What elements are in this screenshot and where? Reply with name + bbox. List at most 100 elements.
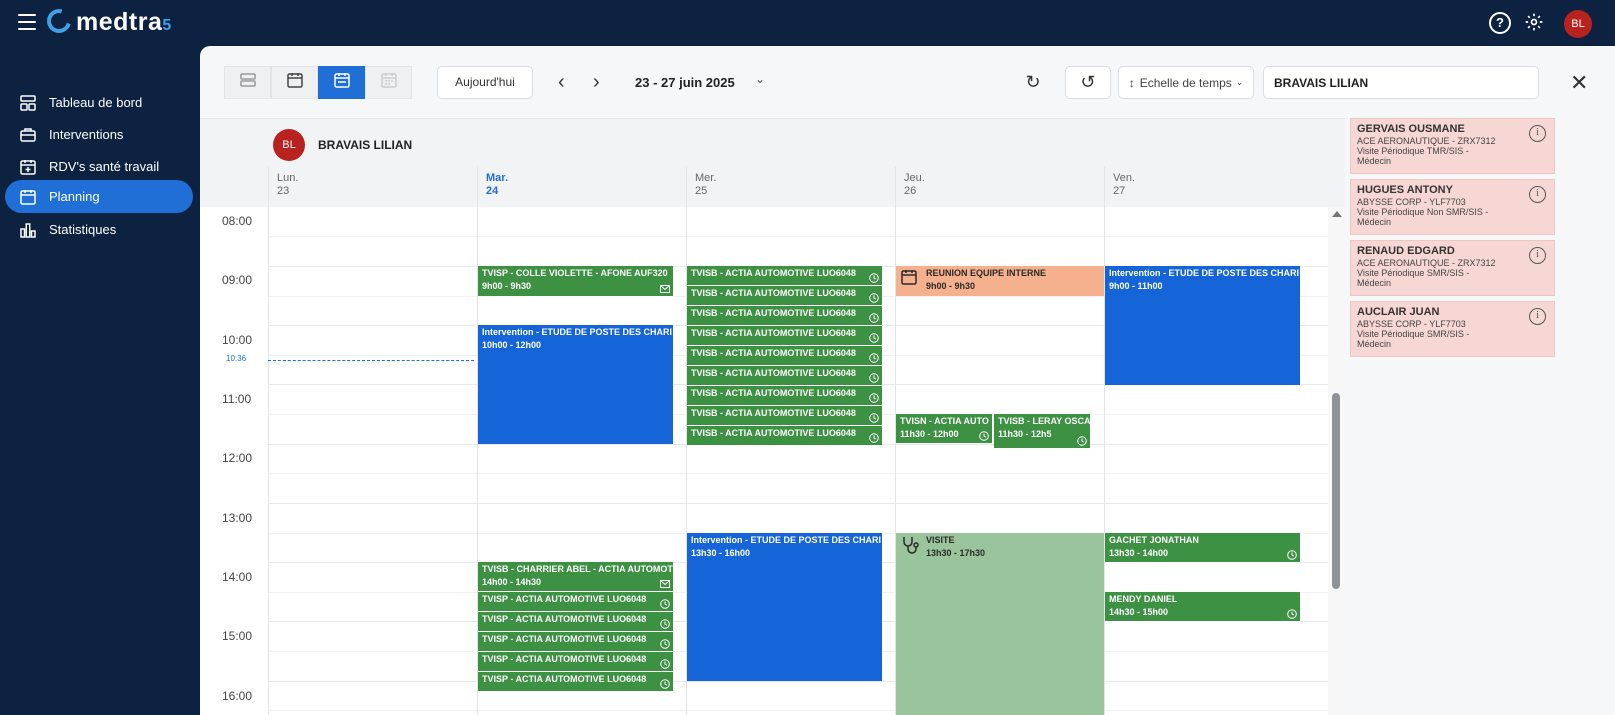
day-header-mon[interactable]: Lun. 23 (268, 167, 483, 207)
event-title: REUNION EQUIPE INTERNE (926, 268, 1047, 278)
view-month-button[interactable] (365, 66, 412, 99)
event-tvisp-actia[interactable]: TVISP - ACTIA AUTOMOTIVE LUO6048 (478, 592, 673, 612)
time-grid[interactable]: 08:00 09:00 10:00 11:00 12:00 13:00 14:0… (200, 207, 1328, 715)
search-input[interactable] (1263, 66, 1539, 99)
info-icon[interactable]: i (1529, 125, 1546, 142)
scroll-up-icon[interactable] (1332, 211, 1342, 217)
refresh-button[interactable]: ↻ (1010, 66, 1056, 99)
calendar-health-icon (19, 158, 37, 176)
sidebar-item-label: Interventions (49, 127, 124, 142)
patient-company: ACE AERONAUTIQUE - ZRX7312 (1357, 258, 1496, 268)
event-intervention-tue[interactable]: Intervention - ETUDE DE POSTE DES CHARI … (478, 325, 673, 444)
event-time: 14h00 - 14h30 (482, 577, 542, 587)
event-intervention-wed[interactable]: Intervention - ETUDE DE POSTE DES CHARI … (687, 533, 882, 681)
event-title: TVISB - ACTIA AUTOMOTIVE LUO6048 (691, 388, 856, 398)
day-header-thu[interactable]: Jeu. 26 (895, 167, 1110, 207)
event-tvisb-actia[interactable]: TVISB - ACTIA AUTOMOTIVE LUO6048 (687, 346, 882, 366)
day-header-fri[interactable]: Ven. 27 (1104, 167, 1319, 207)
resource-name: BRAVAIS LILIAN (318, 138, 413, 152)
info-icon[interactable]: i (1529, 186, 1546, 203)
sidebar-item-statistiques[interactable]: Statistiques (5, 213, 193, 246)
event-intervention-fri[interactable]: Intervention - ETUDE DE POSTE DES CHARI … (1105, 266, 1300, 385)
clock-icon (869, 393, 879, 403)
time-scale-button[interactable]: ↕ Echelle de temps ⌄ (1118, 66, 1254, 99)
event-time: 11h30 - 12h00 (900, 429, 959, 439)
clock-icon (1077, 436, 1087, 446)
event-tvisb-actia[interactable]: TVISB - ACTIA AUTOMOTIVE LUO6048 (687, 366, 882, 386)
visit-type: Visite Périodique Non SMR/SIS - (1357, 207, 1489, 217)
event-tvisb-actia[interactable]: TVISB - ACTIA AUTOMOTIVE LUO6048 (687, 306, 882, 326)
next-week-button[interactable]: › (593, 70, 600, 94)
event-tvisb-leray[interactable]: TVISB - LERAY OSCA 11h30 - 12h5 (994, 414, 1090, 449)
sidebar-item-dashboard[interactable]: Tableau de bord (5, 86, 193, 119)
calendar-scrollbar[interactable] (1328, 207, 1345, 715)
event-visite[interactable]: VISITE 13h30 - 17h30 (896, 533, 1104, 715)
patient-name: RENAUD EDGARD (1357, 245, 1455, 257)
event-tvisb-actia[interactable]: TVISB - ACTIA AUTOMOTIVE LUO6048 (687, 286, 882, 306)
current-time-label: 10:36 (226, 354, 247, 363)
event-time: 14h30 - 15h00 (1109, 607, 1169, 617)
clock-icon (869, 293, 879, 303)
event-tvisp-actia[interactable]: TVISP - ACTIA AUTOMOTIVE LUO6048 (478, 612, 673, 632)
event-title: TVISP - ACTIA AUTOMOTIVE LUO6048 (482, 654, 647, 664)
event-tvisb-actia[interactable]: TVISB - ACTIA AUTOMOTIVE LUO6048 (687, 326, 882, 346)
menu-icon[interactable] (18, 14, 36, 30)
waiting-card[interactable]: GERVAIS OUSMANE ACE AERONAUTIQUE - ZRX73… (1350, 118, 1555, 174)
info-icon[interactable]: i (1529, 308, 1546, 325)
event-title: TVISB - ACTIA AUTOMOTIVE LUO6048 (691, 408, 856, 418)
event-tvisp-colle[interactable]: TVISP - COLLE VIOLETTE - AFONE AUF320 9h… (478, 266, 673, 297)
sidebar-item-planning[interactable]: Planning (5, 180, 193, 213)
view-switcher (224, 66, 412, 99)
waiting-card[interactable]: RENAUD EDGARD ACE AERONAUTIQUE - ZRX7312… (1350, 240, 1555, 296)
event-title: TVISB - LERAY OSCA (998, 416, 1090, 426)
event-title: Intervention - ETUDE DE POSTE DES CHARI (482, 327, 673, 337)
waiting-card[interactable]: HUGUES ANTONY ABYSSE CORP - YLF7703 Visi… (1350, 179, 1555, 235)
clock-icon (869, 433, 879, 443)
gear-icon[interactable] (1523, 12, 1545, 34)
event-title: TVISP - ACTIA AUTOMOTIVE LUO6048 (482, 674, 647, 684)
event-tvisp-actia[interactable]: TVISP - ACTIA AUTOMOTIVE LUO6048 (478, 652, 673, 672)
event-gachet-jonathan[interactable]: GACHET JONATHAN 13h30 - 14h00 (1105, 533, 1300, 563)
chevron-down-icon[interactable]: ⌄ (755, 72, 765, 86)
event-tvisb-actia[interactable]: TVISB - ACTIA AUTOMOTIVE LUO6048 (687, 386, 882, 406)
history-button[interactable]: ↺ (1065, 66, 1111, 99)
clock-icon (1287, 550, 1297, 560)
event-tvisp-actia[interactable]: TVISP - ACTIA AUTOMOTIVE LUO6048 (478, 672, 673, 692)
event-reunion-equipe[interactable]: REUNION EQUIPE INTERNE 9h00 - 9h30 (896, 266, 1104, 296)
view-week-button[interactable] (318, 66, 365, 99)
prev-week-button[interactable]: ‹ (558, 70, 565, 94)
view-list-button[interactable] (224, 66, 271, 99)
day-header-wed[interactable]: Mer. 25 (686, 167, 901, 207)
date-range[interactable]: 23 - 27 juin 2025 (635, 75, 735, 90)
hour-label: 09:00 (222, 273, 253, 287)
day-name: Lun. (277, 172, 299, 184)
help-icon[interactable]: ? (1489, 12, 1511, 34)
event-tvisb-actia[interactable]: TVISB - ACTIA AUTOMOTIVE LUO6048 (687, 426, 882, 446)
clock-icon (660, 599, 670, 609)
clock-icon (869, 273, 879, 283)
event-title: TVISB - ACTIA AUTOMOTIVE LUO6048 (691, 348, 856, 358)
scroll-thumb[interactable] (1332, 393, 1340, 589)
event-tvisb-actia[interactable]: TVISB - ACTIA AUTOMOTIVE LUO6048 (687, 406, 882, 426)
event-tvisb-charrier[interactable]: TVISB - CHARRIER ABEL - ACTIA AUTOMOT 14… (478, 562, 673, 592)
today-button[interactable]: Aujourd'hui (437, 66, 533, 99)
clock-icon (869, 333, 879, 343)
clock-icon (660, 679, 670, 689)
sidebar-item-interventions[interactable]: Interventions (5, 118, 193, 151)
event-title: MENDY DANIEL (1109, 594, 1178, 604)
event-tvisp-actia[interactable]: TVISP - ACTIA AUTOMOTIVE LUO6048 (478, 632, 673, 652)
user-avatar[interactable]: BL (1564, 10, 1592, 38)
close-icon[interactable]: ✕ (1570, 66, 1588, 99)
day-header-tue[interactable]: Mar. 24 (477, 167, 692, 207)
event-mendy-daniel[interactable]: MENDY DANIEL 14h30 - 15h00 (1105, 592, 1300, 622)
event-tvisb-actia[interactable]: TVISB - ACTIA AUTOMOTIVE LUO6048 (687, 266, 882, 286)
day-name: Jeu. (904, 172, 925, 184)
calendar-icon (901, 270, 917, 285)
waiting-card[interactable]: AUCLAIR JUAN ABYSSE CORP - YLF7703 Visit… (1350, 301, 1555, 357)
info-icon[interactable]: i (1529, 247, 1546, 264)
view-day-button[interactable] (271, 66, 318, 99)
sidebar-item-rdv-sante[interactable]: RDV's santé travail (5, 150, 193, 183)
event-tvisn-actia[interactable]: TVISN - ACTIA AUTO 11h30 - 12h00 (896, 414, 992, 444)
practitioner-role: Médecin (1357, 156, 1392, 166)
app-logo[interactable]: medtra5 (76, 8, 172, 37)
